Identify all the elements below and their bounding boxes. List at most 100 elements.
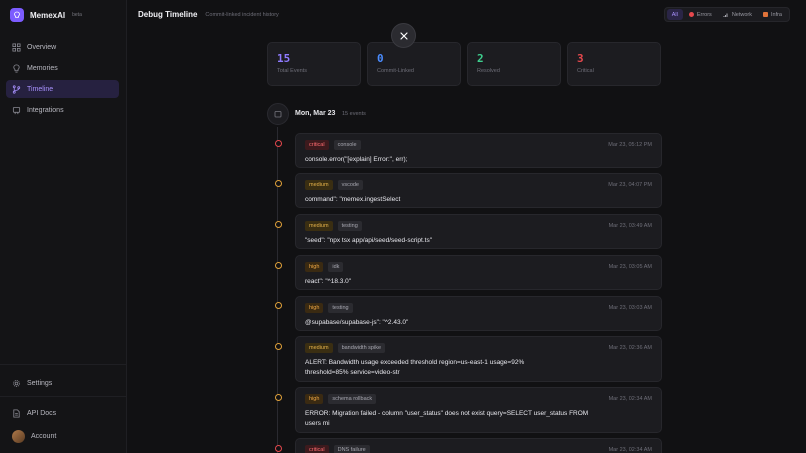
gear-icon [13,379,20,387]
source-tag: testing [337,221,362,231]
severity-badge: high [305,262,324,272]
filter-infra[interactable]: Infra [758,9,787,20]
severity-badge: critical [305,445,329,453]
stat-label: Total Events [277,68,307,74]
source-tag: bandwidth spike [337,343,386,353]
sidebar-item-label: API Docs [27,409,57,417]
stat-value: 3 [577,52,584,65]
stat-card-commit-linked: 0 Commit-Linked [367,42,461,86]
event-time: Mar 23, 02:36 AM [608,345,652,351]
sidebar-item-overview[interactable]: Overview [6,38,119,56]
sidebar-item-label: Overview [27,43,57,51]
timeline-line [277,127,278,453]
event-card[interactable]: high idk Mar 23, 03:05 AM react": "^18.3… [295,255,662,290]
source-tag: DNS failure [333,445,370,453]
source-tag: testing [328,303,353,313]
timeline-dot [275,140,282,147]
severity-badge: high [305,394,324,404]
avatar [12,429,25,443]
stat-value: 2 [477,52,484,65]
timeline-dot [275,302,282,309]
sidebar-item-label: Memories [27,64,58,72]
event-time: Mar 23, 03:03 AM [608,305,652,311]
severity-badge: critical [305,140,329,150]
page-title: Debug Timeline [138,10,198,19]
error-dot-icon [688,12,694,17]
event-time: Mar 23, 03:05 AM [608,264,652,270]
event-card[interactable]: medium bandwidth spike Mar 23, 02:36 AM … [295,336,662,382]
filter-label: All [671,11,678,18]
filter-group: All Errors Network Infra [663,7,790,22]
event-card[interactable]: medium testing Mar 23, 03:49 AM "seed": … [295,214,662,249]
filter-label: Errors [696,11,712,18]
header: Debug Timeline Commit-linked incident hi… [127,0,806,29]
event-time: Mar 23, 02:34 AM [608,447,652,453]
document-icon [13,408,20,418]
stat-card-critical: 3 Critical [567,42,661,86]
filter-errors[interactable]: Errors [684,9,717,20]
memex-logo-icon [10,8,24,22]
grid-icon [12,42,21,52]
event-message: console.error("[explain] Error:", err); [305,156,408,163]
timeline-dot [275,445,282,452]
timeline-dot [275,180,282,187]
sidebar-item-integrations[interactable]: Integrations [6,101,119,119]
severity-badge: medium [305,343,333,353]
git-branch-icon [12,84,21,94]
filter-label: Infra [770,11,782,18]
event-card[interactable]: critical DNS failure Mar 23, 02:34 AM [295,438,662,453]
event-card[interactable]: high schema rollback Mar 23, 02:34 AM ER… [295,387,662,433]
source-tag: idk [328,262,344,272]
filter-network[interactable]: Network [718,9,757,20]
event-message: ERROR: Migration failed - column "user_s… [305,410,589,427]
severity-badge: high [305,303,324,313]
sidebar-divider [0,396,126,397]
stat-value: 15 [277,52,291,65]
server-icon [762,12,768,17]
source-tag: schema rollback [328,394,377,404]
lightbulb-icon [13,63,20,73]
event-card[interactable]: critical console Mar 23, 05:12 PM consol… [295,133,662,168]
source-tag: vscode [337,180,363,190]
sidebar-item-label: Settings [27,379,53,387]
stat-card-resolved: 2 Resolved [467,42,561,86]
close-button[interactable] [391,23,416,48]
sidebar-item-label: Account [31,432,57,440]
filter-label: Network [731,11,752,18]
event-message: @supabase/supabase-js": "^2.43.0" [305,319,409,326]
stat-value: 0 [377,52,384,65]
sidebar-item-memories[interactable]: Memories [6,59,119,77]
plug-icon [12,106,21,114]
event-time: Mar 23, 03:49 AM [608,223,652,229]
signal-icon [723,13,728,17]
event-time: Mar 23, 04:07 PM [608,182,652,188]
stat-label: Resolved [477,68,500,74]
sidebar: MemexAI beta Overview Memories Timeline … [0,0,127,453]
severity-badge: medium [305,221,333,231]
sidebar-item-api-docs[interactable]: API Docs [6,404,119,422]
sidebar-item-timeline[interactable]: Timeline [6,80,119,98]
date-group-count: 15 events [342,111,366,117]
beta-badge: beta [72,12,82,18]
sidebar-item-settings[interactable]: Settings [6,374,119,392]
stat-card-total-events: 15 Total Events [267,42,361,86]
date-group-title: Mon, Mar 23 [295,110,336,117]
filter-all[interactable]: All [666,9,683,20]
timeline-dot [275,394,282,401]
sidebar-divider [0,364,126,365]
event-message: "seed": "npx tsx app/api/seed/seed-scrip… [305,237,433,244]
close-icon [399,31,408,40]
event-message: react": "^18.3.0" [305,278,352,285]
brand[interactable]: MemexAI beta [10,7,82,23]
timeline-dot [275,343,282,350]
calendar-icon [267,103,289,125]
sidebar-item-account[interactable]: Account [6,427,119,445]
event-card[interactable]: high testing Mar 23, 03:03 AM @supabase/… [295,296,662,331]
timeline-dot [275,262,282,269]
event-card[interactable]: medium vscode Mar 23, 04:07 PM command":… [295,173,662,208]
event-time: Mar 23, 02:34 AM [608,396,652,402]
event-message: ALERT: Bandwidth usage exceeded threshol… [305,359,525,376]
sidebar-item-label: Timeline [27,85,54,93]
source-tag: console [333,140,361,150]
stat-label: Critical [577,68,594,74]
